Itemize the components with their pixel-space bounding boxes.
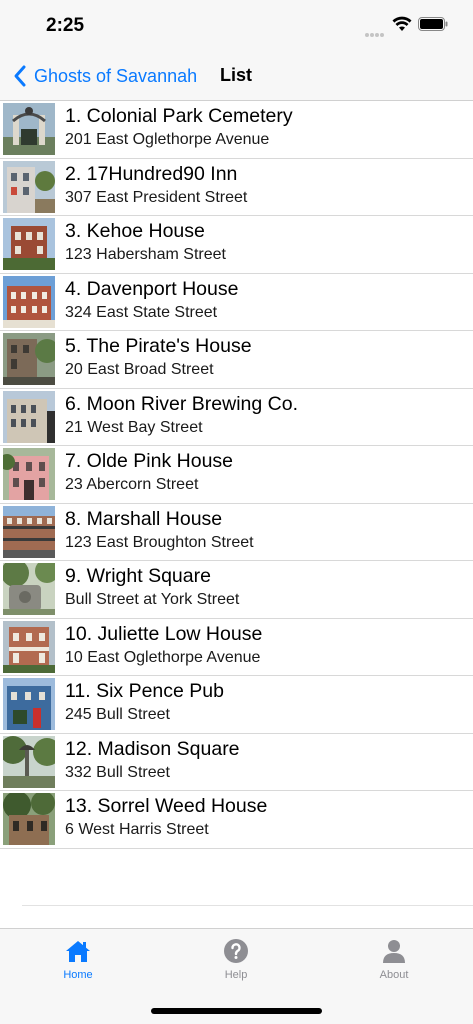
list-item[interactable]: 4. Davenport House 324 East State Street [0, 274, 473, 331]
list-item[interactable]: 1. Colonial Park Cemetery 201 East Oglet… [0, 101, 473, 159]
list-item[interactable]: 5. The Pirate's House 20 East Broad Stre… [0, 331, 473, 389]
location-name: 12. Madison Square [65, 737, 240, 760]
location-photo [3, 620, 55, 673]
location-photo [3, 678, 55, 730]
location-address: 123 Habersham Street [65, 246, 226, 263]
location-address: 10 East Oglethorpe Avenue [65, 648, 261, 666]
location-name: 10. Juliette Low House [65, 622, 263, 645]
navigation-bar: Ghosts of Savannah List [0, 50, 473, 101]
location-address: 332 Bull Street [65, 763, 170, 781]
location-name: 13. Sorrel Weed House [65, 795, 268, 817]
list-item[interactable]: 11. Six Pence Pub 245 Bull Street [0, 676, 473, 734]
location-address: 20 East Broad Street [65, 361, 214, 378]
location-photo [3, 563, 55, 615]
tab-about-label: About [379, 969, 409, 981]
page-title: List [220, 65, 253, 85]
list-item[interactable]: 6. Moon River Brewing Co. 21 West Bay St… [0, 389, 473, 446]
list-item[interactable]: 9. Wright Square Bull Street at York Str… [0, 561, 473, 619]
location-photo [3, 448, 55, 500]
location-address: 23 Abercorn Street [65, 476, 199, 493]
status-time: 2:25 [46, 15, 85, 36]
location-photo [3, 505, 55, 558]
tab-about[interactable]: About [354, 937, 434, 981]
location-address: 324 East State Street [65, 303, 218, 321]
divider [22, 905, 473, 906]
location-address: 245 Bull Street [65, 706, 170, 723]
question-icon [224, 939, 248, 963]
location-photo [3, 275, 55, 328]
home-icon [66, 941, 90, 962]
location-address: Bull Street at York Street [65, 591, 240, 608]
tab-help[interactable]: Help [196, 937, 276, 981]
chevron-left-icon [14, 65, 26, 87]
location-name: 2. 17Hundred90 Inn [65, 162, 238, 185]
location-photo [3, 390, 55, 443]
wifi-icon [392, 16, 412, 31]
location-address: 201 East Oglethorpe Avenue [65, 131, 270, 148]
back-button-label: Ghosts of Savannah [34, 65, 198, 86]
location-photo [3, 735, 55, 788]
list-item[interactable]: 8. Marshall House 123 East Broughton Str… [0, 504, 473, 561]
location-name: 1. Colonial Park Cemetery [65, 105, 293, 127]
back-button[interactable]: Ghosts of Savannah [12, 64, 197, 88]
location-name: 3. Kehoe House [65, 220, 205, 242]
tab-help-label: Help [224, 969, 248, 981]
location-name: 7. Olde Pink House [65, 450, 234, 472]
location-name: 4. Davenport House [65, 277, 239, 300]
location-name: 6. Moon River Brewing Co. [65, 392, 299, 415]
home-indicator [151, 1008, 322, 1014]
list-item[interactable]: 7. Olde Pink House 23 Abercorn Street [0, 446, 473, 504]
list-item[interactable]: 2. 17Hundred90 Inn 307 East President St… [0, 159, 473, 216]
location-name: 11. Six Pence Pub [65, 680, 224, 702]
location-address: 6 West Harris Street [65, 821, 209, 838]
location-photo [3, 333, 55, 385]
list-item[interactable]: 10. Juliette Low House 10 East Oglethorp… [0, 619, 473, 676]
location-address: 307 East President Street [65, 188, 248, 206]
location-address: 21 West Bay Street [65, 418, 203, 436]
list-item[interactable]: 3. Kehoe House 123 Habersham Street [0, 216, 473, 274]
cellular-signal-icon [365, 24, 387, 37]
location-photo [3, 793, 55, 845]
status-bar: 2:25 [0, 0, 473, 50]
location-name: 5. The Pirate's House [65, 335, 252, 357]
list-item[interactable]: 12. Madison Square 332 Bull Street [0, 734, 473, 791]
battery-icon [418, 17, 448, 31]
location-photo [3, 218, 55, 270]
location-address: 123 East Broughton Street [65, 533, 254, 551]
locations-list: 1. Colonial Park Cemetery 201 East Oglet… [0, 101, 473, 849]
location-name: 8. Marshall House [65, 507, 223, 530]
location-photo [3, 160, 55, 213]
tab-home-label: Home [63, 969, 93, 981]
location-name: 9. Wright Square [65, 565, 211, 587]
person-icon [383, 940, 405, 963]
tab-home[interactable]: Home [38, 937, 118, 981]
list-item[interactable]: 13. Sorrel Weed House 6 West Harris Stre… [0, 791, 473, 849]
location-photo [3, 103, 55, 155]
